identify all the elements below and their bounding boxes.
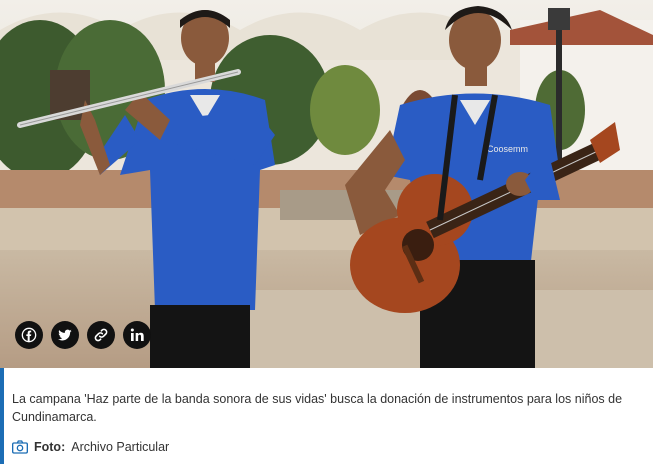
share-twitter-button[interactable] (51, 321, 79, 349)
share-facebook-button[interactable] (15, 321, 43, 349)
credit-value: Archivo Particular (71, 440, 170, 454)
credit-label: Foto: (34, 440, 66, 454)
share-copy-link-button[interactable] (87, 321, 115, 349)
photo-caption-block: La campana 'Haz parte de la banda sonora… (0, 368, 653, 464)
linkedin-icon (130, 328, 144, 341)
photo-credit: Foto: Archivo Particular (12, 440, 169, 454)
caption-accent-bar (0, 368, 4, 464)
caption-text: La campana 'Haz parte de la banda sonora… (12, 392, 623, 424)
shirt-logo-text: Coosemm (487, 144, 528, 154)
photo-illustration: Coosemm (0, 0, 653, 368)
article-photo: Coosemm (0, 0, 653, 368)
camera-icon (12, 440, 28, 454)
link-icon (94, 328, 108, 342)
twitter-icon (58, 329, 72, 341)
facebook-icon (21, 327, 37, 343)
share-bar (15, 321, 151, 349)
share-linkedin-button[interactable] (123, 321, 151, 349)
